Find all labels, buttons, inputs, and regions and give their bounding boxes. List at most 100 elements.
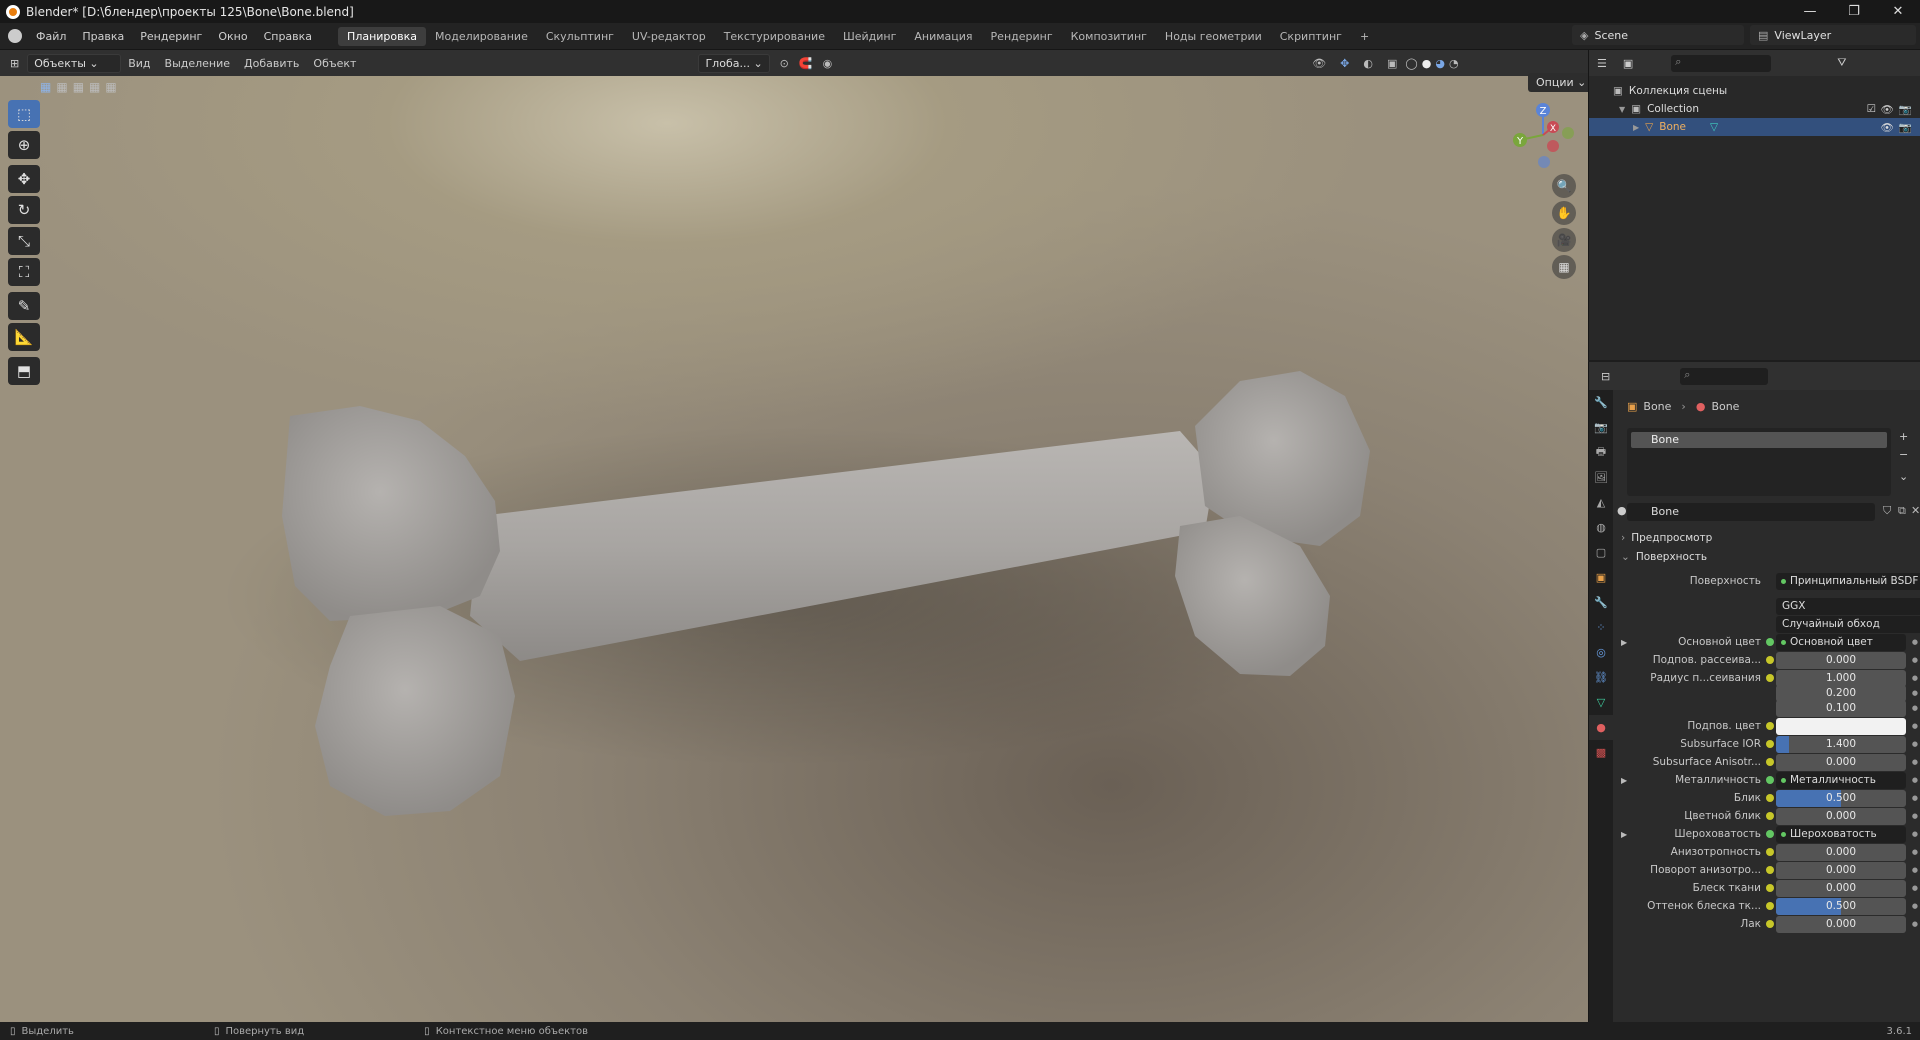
number-field[interactable]: 0.000: [1776, 879, 1906, 897]
outliner-object-bone[interactable]: ▶ ▽ Bone ▽ 👁 📷: [1589, 118, 1920, 136]
number-field[interactable]: 0.500: [1776, 897, 1906, 915]
select-subtract-icon[interactable]: ▦: [73, 80, 84, 94]
remove-slot-icon[interactable]: −: [1899, 448, 1908, 461]
wireframe-shading-icon[interactable]: ◯: [1405, 57, 1417, 70]
rendered-shading-icon[interactable]: ◔: [1449, 57, 1459, 70]
world-tab-icon[interactable]: ◍: [1589, 515, 1613, 540]
eye-icon[interactable]: 👁: [1881, 121, 1894, 134]
menu-window[interactable]: Окно: [210, 30, 255, 43]
expand-arrow-icon[interactable]: ▶: [1621, 776, 1627, 785]
tab-scripting[interactable]: Скриптинг: [1271, 27, 1351, 46]
menu-object[interactable]: Объект: [306, 57, 363, 70]
cursor-tool-icon[interactable]: ⊕: [8, 131, 40, 159]
keyframe-dot-icon[interactable]: ●: [1912, 704, 1918, 712]
expand-arrow-icon[interactable]: ▶: [1621, 830, 1627, 839]
socket-dot-icon[interactable]: [1766, 638, 1774, 646]
add-workspace-button[interactable]: +: [1351, 27, 1378, 46]
fake-user-icon[interactable]: ⛉: [1883, 504, 1891, 518]
camera-view-icon[interactable]: 🎥: [1552, 228, 1576, 252]
snap-icon[interactable]: 🧲: [799, 57, 813, 70]
number-field[interactable]: 0.000: [1776, 915, 1906, 933]
preview-section-header[interactable]: › Предпросмотр: [1613, 528, 1920, 548]
texture-tab-icon[interactable]: ▩: [1589, 740, 1613, 765]
3d-viewport[interactable]: [0, 76, 1588, 1022]
exclude-checkbox-icon[interactable]: ☑: [1867, 103, 1876, 115]
maximize-button[interactable]: ❐: [1832, 0, 1876, 23]
select-invert-icon[interactable]: ▦: [89, 80, 100, 94]
distribution-dropdown[interactable]: GGX: [1776, 597, 1920, 615]
outliner-scene-collection[interactable]: ▣ Коллекция сцены: [1589, 82, 1920, 100]
eye-icon[interactable]: 👁: [1881, 103, 1894, 116]
outliner-editor-icon[interactable]: ☰: [1597, 57, 1607, 70]
options-dropdown[interactable]: Опции ⌄: [1528, 73, 1595, 92]
socket-dot-icon[interactable]: [1766, 920, 1774, 928]
keyframe-dot-icon[interactable]: ●: [1912, 740, 1918, 748]
gizmo-toggle-icon[interactable]: ✥: [1340, 57, 1349, 70]
physics-tab-icon[interactable]: ◎: [1589, 640, 1613, 665]
select-tool-icon[interactable]: ⬚: [8, 100, 40, 128]
tool-tab-icon[interactable]: 🔧: [1589, 390, 1613, 415]
unlink-material-icon[interactable]: ✕: [1911, 504, 1920, 517]
menu-render[interactable]: Рендеринг: [132, 30, 210, 43]
socket-dot-icon[interactable]: [1766, 830, 1774, 838]
overlay-toggle-icon[interactable]: ◐: [1363, 57, 1373, 70]
blender-menu-icon[interactable]: [8, 29, 22, 43]
keyframe-dot-icon[interactable]: ●: [1912, 848, 1918, 856]
socket-dot-icon[interactable]: [1766, 674, 1774, 682]
tab-compositing[interactable]: Композитинг: [1062, 27, 1156, 46]
socket-dot-icon[interactable]: [1766, 866, 1774, 874]
socket-dot-icon[interactable]: [1766, 722, 1774, 730]
number-field[interactable]: 0.000: [1776, 843, 1906, 861]
tab-layout[interactable]: Планировка: [338, 26, 427, 46]
xray-icon[interactable]: ▣: [1387, 57, 1397, 70]
keyframe-dot-icon[interactable]: ●: [1912, 722, 1918, 730]
outliner-collection[interactable]: ▼ ▣ Collection ☑ 👁 📷: [1589, 100, 1920, 118]
viewlayer-selector[interactable]: ▤ ViewLayer: [1750, 25, 1916, 45]
keyframe-dot-icon[interactable]: ●: [1912, 866, 1918, 874]
editor-type-icon[interactable]: ⊞: [10, 57, 19, 70]
select-box-icon[interactable]: ▦: [40, 80, 51, 94]
filter-icon[interactable]: ⛛: [1837, 56, 1846, 70]
material-shading-icon[interactable]: ◕: [1435, 57, 1445, 70]
tab-geometry-nodes[interactable]: Ноды геометрии: [1156, 27, 1271, 46]
menu-edit[interactable]: Правка: [74, 30, 132, 43]
material-browse-icon[interactable]: ●: [1617, 504, 1627, 517]
properties-search-input[interactable]: ⌕: [1680, 367, 1769, 385]
annotate-tool-icon[interactable]: ✎: [8, 292, 40, 320]
object-tab-icon[interactable]: ▣: [1589, 565, 1613, 590]
menu-view[interactable]: Вид: [121, 57, 157, 70]
proportional-edit-icon[interactable]: ◉: [823, 57, 833, 70]
keyframe-dot-icon[interactable]: ●: [1912, 656, 1918, 664]
bone-mesh[interactable]: [0, 76, 1588, 1022]
number-field[interactable]: 0.000: [1776, 651, 1906, 669]
number-field[interactable]: 0.100: [1776, 699, 1906, 717]
render-tab-icon[interactable]: 📷: [1589, 415, 1613, 440]
color-swatch[interactable]: [1776, 717, 1906, 735]
keyframe-dot-icon[interactable]: ●: [1912, 689, 1918, 697]
tab-texture-paint[interactable]: Текстурирование: [715, 27, 834, 46]
pivot-icon[interactable]: ⊙: [780, 57, 789, 70]
socket-dot-icon[interactable]: [1766, 902, 1774, 910]
menu-add[interactable]: Добавить: [237, 57, 306, 70]
subsurface-method-dropdown[interactable]: Случайный обход: [1776, 615, 1920, 633]
linked-node-field[interactable]: Основной цвет: [1776, 633, 1906, 651]
linked-node-field[interactable]: Шероховатость: [1776, 825, 1906, 843]
measure-tool-icon[interactable]: 📐: [8, 323, 40, 351]
expand-arrow-icon[interactable]: ▶: [1621, 638, 1627, 647]
pan-hand-icon[interactable]: ✋: [1552, 201, 1576, 225]
keyframe-dot-icon[interactable]: ●: [1912, 884, 1918, 892]
socket-dot-icon[interactable]: [1766, 884, 1774, 892]
menu-select[interactable]: Выделение: [158, 57, 238, 70]
rotate-tool-icon[interactable]: ↻: [8, 196, 40, 224]
socket-dot-icon[interactable]: [1766, 812, 1774, 820]
socket-dot-icon[interactable]: [1766, 848, 1774, 856]
scale-tool-icon[interactable]: ⤡: [8, 227, 40, 255]
camera-icon[interactable]: 📷: [1899, 103, 1912, 116]
keyframe-dot-icon[interactable]: ●: [1912, 638, 1918, 646]
socket-dot-icon[interactable]: [1766, 656, 1774, 664]
tab-sculpting[interactable]: Скульптинг: [537, 27, 623, 46]
add-cube-tool-icon[interactable]: ⬒: [8, 357, 40, 385]
surface-section-header[interactable]: ⌄ Поверхность: [1613, 547, 1920, 567]
camera-icon[interactable]: 📷: [1899, 121, 1912, 134]
transform-tool-icon[interactable]: ⛶: [8, 258, 40, 286]
